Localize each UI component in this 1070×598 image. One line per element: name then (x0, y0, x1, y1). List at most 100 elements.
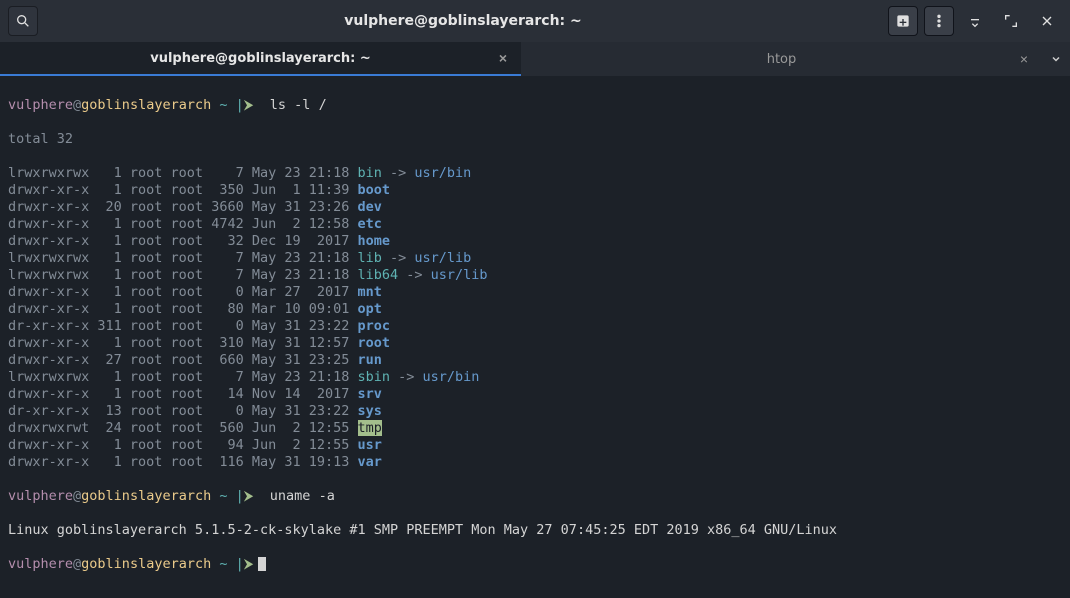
tab-bar: vulphere@goblinslayerarch: ~ × htop × (0, 42, 1070, 76)
command-text: uname -a (270, 488, 335, 504)
prompt-arrow: ⮞ (244, 488, 254, 504)
listing-meta: lrwxrwxrwx 1 root root 7 May 23 21:18 (8, 267, 358, 283)
tab-label: vulphere@goblinslayerarch: ~ (150, 51, 371, 66)
listing-meta: lrwxrwxrwx 1 root root 7 May 23 21:18 (8, 369, 358, 385)
listing-row: drwxr-xr-x 1 root root 0 Mar 27 2017 mnt (8, 284, 1062, 301)
prompt-path: ~ (219, 556, 227, 572)
prompt-sep: | (228, 488, 244, 504)
new-tab-icon (895, 13, 911, 29)
listing-name: var (358, 454, 382, 470)
listing-row: dr-xr-xr-x 311 root root 0 May 31 23:22 … (8, 318, 1062, 335)
tab-terminal[interactable]: vulphere@goblinslayerarch: ~ × (0, 42, 521, 76)
terminal-output[interactable]: vulphere@goblinslayerarch ~ |⮞ ls -l / t… (0, 76, 1070, 598)
prompt-user: vulphere (8, 556, 73, 572)
listing-name: srv (358, 386, 382, 402)
prompt-host: goblinslayerarch (81, 488, 211, 504)
prompt-at: @ (73, 556, 81, 572)
listing-row: lrwxrwxrwx 1 root root 7 May 23 21:18 bi… (8, 165, 1062, 182)
tab-close-button[interactable]: × (495, 50, 511, 66)
listing-row: drwxr-xr-x 1 root root 80 Mar 10 09:01 o… (8, 301, 1062, 318)
total-line: total 32 (8, 131, 1062, 148)
tab-htop[interactable]: htop × (521, 42, 1042, 76)
prompt-sep: | (228, 97, 244, 113)
listing-row: drwxr-xr-x 1 root root 94 Jun 2 12:55 us… (8, 437, 1062, 454)
tab-list-dropdown[interactable] (1042, 42, 1070, 76)
kebab-menu-icon (931, 13, 947, 29)
listing-meta: lrwxrwxrwx 1 root root 7 May 23 21:18 (8, 250, 358, 266)
listing-meta: drwxr-xr-x 1 root root 32 Dec 19 2017 (8, 233, 358, 249)
listing-row: drwxr-xr-x 1 root root 350 Jun 1 11:39 b… (8, 182, 1062, 199)
prompt-host: goblinslayerarch (81, 556, 211, 572)
file-listing: lrwxrwxrwx 1 root root 7 May 23 21:18 bi… (8, 165, 1062, 471)
listing-row: drwxr-xr-x 20 root root 3660 May 31 23:2… (8, 199, 1062, 216)
search-button[interactable] (8, 6, 38, 36)
prompt-arrow: ⮞ (244, 97, 254, 113)
symlink-arrow: -> (398, 267, 431, 283)
close-window-button[interactable] (1032, 6, 1062, 36)
listing-meta: drwxr-xr-x 20 root root 3660 May 31 23:2… (8, 199, 358, 215)
listing-meta: drwxr-xr-x 1 root root 4742 Jun 2 12:58 (8, 216, 358, 232)
cursor (258, 557, 266, 571)
listing-name: bin (358, 165, 382, 181)
prompt-arrow: ⮞ (244, 556, 254, 572)
listing-meta: drwxr-xr-x 1 root root 14 Nov 14 2017 (8, 386, 358, 402)
window-title: vulphere@goblinslayerarch: ~ (44, 13, 882, 29)
listing-meta: drwxr-xr-x 1 root root 116 May 31 19:13 (8, 454, 358, 470)
prompt-user: vulphere (8, 97, 73, 113)
listing-name: usr (358, 437, 382, 453)
symlink-arrow: -> (382, 250, 415, 266)
listing-row: drwxr-xr-x 1 root root 116 May 31 19:13 … (8, 454, 1062, 471)
listing-row: drwxr-xr-x 1 root root 310 May 31 12:57 … (8, 335, 1062, 352)
maximize-icon (1003, 13, 1019, 29)
listing-row: lrwxrwxrwx 1 root root 7 May 23 21:18 sb… (8, 369, 1062, 386)
uname-output: Linux goblinslayerarch 5.1.5-2-ck-skylak… (8, 522, 1062, 539)
minimize-button[interactable] (960, 6, 990, 36)
listing-meta: lrwxrwxrwx 1 root root 7 May 23 21:18 (8, 165, 358, 181)
prompt-line: vulphere@goblinslayerarch ~ |⮞ ls -l / (8, 97, 1062, 114)
listing-row: drwxr-xr-x 1 root root 14 Nov 14 2017 sr… (8, 386, 1062, 403)
prompt-path: ~ (219, 488, 227, 504)
maximize-button[interactable] (996, 6, 1026, 36)
new-tab-button[interactable] (888, 6, 918, 36)
minimize-icon (967, 13, 983, 29)
listing-name: dev (358, 199, 382, 215)
listing-row: lrwxrwxrwx 1 root root 7 May 23 21:18 li… (8, 250, 1062, 267)
listing-name: sys (358, 403, 382, 419)
prompt-sep: | (228, 556, 244, 572)
listing-name: proc (358, 318, 391, 334)
tab-label: htop (767, 52, 797, 67)
search-icon (15, 13, 31, 29)
listing-name: etc (358, 216, 382, 232)
listing-name: tmp (358, 420, 382, 436)
listing-name: boot (358, 182, 391, 198)
listing-name: home (358, 233, 391, 249)
prompt-host: goblinslayerarch (81, 97, 211, 113)
prompt-at: @ (73, 488, 81, 504)
symlink-target: usr/bin (423, 369, 480, 385)
listing-name: run (358, 352, 382, 368)
tab-close-button[interactable]: × (1016, 51, 1032, 67)
menu-button[interactable] (924, 6, 954, 36)
listing-meta: drwxr-xr-x 1 root root 94 Jun 2 12:55 (8, 437, 358, 453)
listing-name: lib64 (358, 267, 399, 283)
symlink-target: usr/bin (414, 165, 471, 181)
listing-row: drwxr-xr-x 1 root root 4742 Jun 2 12:58 … (8, 216, 1062, 233)
listing-name: opt (358, 301, 382, 317)
listing-meta: drwxr-xr-x 1 root root 310 May 31 12:57 (8, 335, 358, 351)
symlink-arrow: -> (382, 165, 415, 181)
close-icon (1039, 13, 1055, 29)
symlink-target: usr/lib (414, 250, 471, 266)
prompt-user: vulphere (8, 488, 73, 504)
listing-row: drwxrwxrwt 24 root root 560 Jun 2 12:55 … (8, 420, 1062, 437)
listing-meta: dr-xr-xr-x 13 root root 0 May 31 23:22 (8, 403, 358, 419)
listing-meta: drwxr-xr-x 1 root root 0 Mar 27 2017 (8, 284, 358, 300)
listing-name: lib (358, 250, 382, 266)
prompt-path: ~ (219, 97, 227, 113)
listing-row: lrwxrwxrwx 1 root root 7 May 23 21:18 li… (8, 267, 1062, 284)
titlebar: vulphere@goblinslayerarch: ~ (0, 0, 1070, 42)
command-text: ls -l / (270, 97, 327, 113)
chevron-down-icon (1050, 53, 1062, 65)
symlink-arrow: -> (390, 369, 423, 385)
prompt-line: vulphere@goblinslayerarch ~ |⮞ uname -a (8, 488, 1062, 505)
prompt-at: @ (73, 97, 81, 113)
